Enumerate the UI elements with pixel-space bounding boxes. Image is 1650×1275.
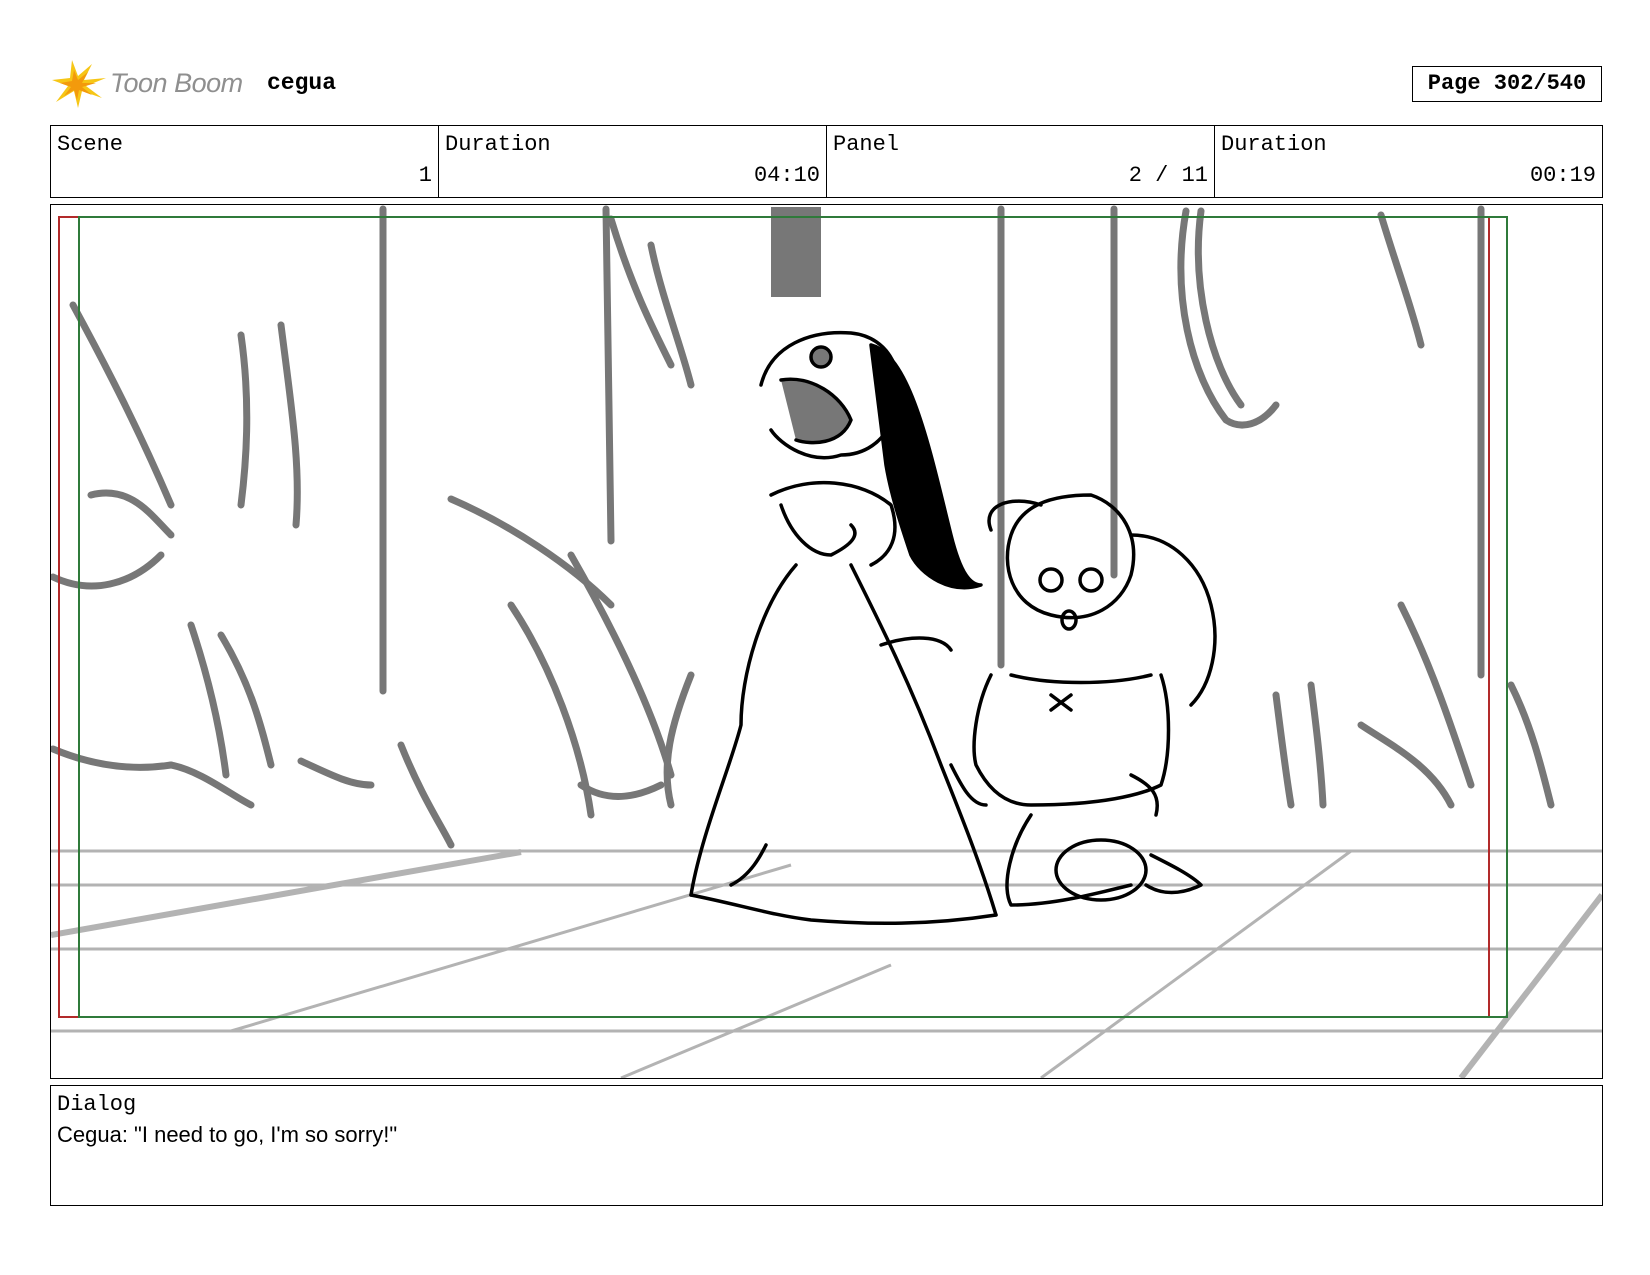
panel-label: Panel [833, 132, 900, 157]
scene-duration-cell: Duration 04:10 [439, 126, 827, 197]
dialog-text: Cegua: "I need to go, I'm so sorry!" [57, 1122, 398, 1147]
panel-duration-label: Duration [1221, 132, 1327, 157]
panel-value: 2 / 11 [1128, 163, 1208, 188]
scene-info-table: Scene 1 Duration 04:10 Panel 2 / 11 Dura… [50, 125, 1603, 198]
tree-trunk [771, 207, 821, 297]
dialog-label: Dialog [57, 1092, 137, 1117]
characters [689, 330, 1217, 926]
starburst-icon [52, 60, 106, 108]
dialog-box: Dialog Cegua: "I need to go, I'm so sorr… [50, 1085, 1603, 1206]
panel-drawing [51, 205, 1602, 1078]
storyboard-panel [50, 204, 1603, 1079]
scene-label: Scene [57, 132, 124, 157]
scene-duration-label: Duration [445, 132, 551, 157]
brand-name: Toon Boom [110, 68, 243, 98]
scene-duration-value: 04:10 [753, 163, 820, 188]
background-foliage [51, 205, 1555, 849]
scene-cell: Scene 1 [51, 126, 439, 197]
toon-boom-logo: Toon Boom [52, 56, 252, 112]
scene-value: 1 [418, 163, 432, 188]
panel-cell: Panel 2 / 11 [827, 126, 1215, 197]
project-name: cegua [267, 70, 337, 96]
panel-duration-cell: Duration 00:19 [1215, 126, 1602, 197]
floor-lines [51, 849, 1602, 1078]
title-safe-frame [78, 216, 1508, 1018]
panel-duration-value: 00:19 [1529, 163, 1596, 188]
page-counter: Page 302/540 [1412, 66, 1602, 102]
